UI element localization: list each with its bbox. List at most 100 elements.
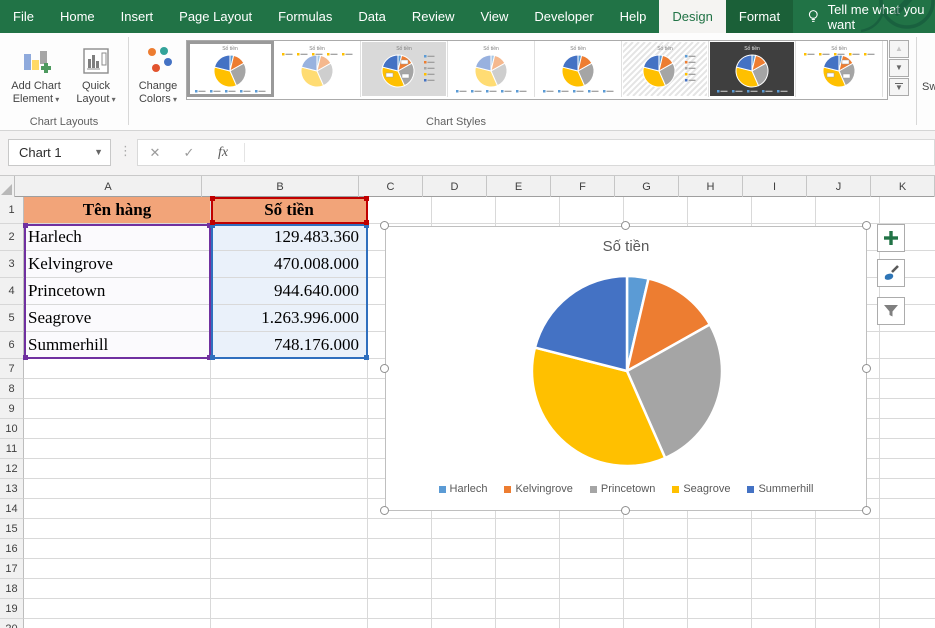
cell-G20[interactable] (624, 619, 688, 628)
cell-G18[interactable] (624, 579, 688, 599)
chart-elements-button[interactable] (877, 224, 905, 252)
cell-A7[interactable] (24, 359, 211, 379)
cell-A1[interactable]: Tên hàng (24, 197, 211, 224)
name-box[interactable]: Chart 1 ▼ (8, 139, 111, 166)
tab-view[interactable]: View (467, 0, 521, 33)
tab-format[interactable]: Format (726, 0, 793, 33)
tab-design[interactable]: Design (659, 0, 725, 33)
chart-style-1[interactable]: Số tiền (187, 41, 274, 97)
cell-K18[interactable] (880, 579, 935, 599)
tab-insert[interactable]: Insert (108, 0, 167, 33)
cell-I20[interactable] (752, 619, 816, 628)
cell-A4[interactable]: Princetown (24, 278, 211, 305)
row-header-7[interactable]: 7 (0, 359, 24, 379)
cell-D1[interactable] (432, 197, 496, 224)
tab-home[interactable]: Home (47, 0, 108, 33)
legend-item-princetown[interactable]: Princetown (590, 483, 655, 495)
gallery-scroll-down-button[interactable]: ▼ (889, 59, 909, 77)
gallery-more-button[interactable]: ▼ (889, 78, 909, 96)
cell-A12[interactable] (24, 459, 211, 479)
chart-resize-handle-3[interactable] (380, 364, 389, 373)
cell-B8[interactable] (211, 379, 368, 399)
cell-B5[interactable]: 1.263.996.000 (211, 305, 368, 332)
cell-C17[interactable] (368, 559, 432, 579)
cancel-button[interactable]: ✕ (138, 145, 172, 161)
tab-data[interactable]: Data (345, 0, 398, 33)
cell-K15[interactable] (880, 519, 935, 539)
cell-B18[interactable] (211, 579, 368, 599)
cell-F19[interactable] (560, 599, 624, 619)
chart-resize-handle-1[interactable] (621, 221, 630, 230)
cell-K1[interactable] (880, 197, 935, 224)
cell-A2[interactable]: Harlech (24, 224, 211, 251)
add-chart-element-button[interactable]: Add Chart Element (6, 39, 66, 123)
row-header-15[interactable]: 15 (0, 519, 24, 539)
row-header-4[interactable]: 4 (0, 278, 24, 305)
cell-E15[interactable] (496, 519, 560, 539)
column-header-B[interactable]: B (202, 176, 359, 197)
chart-style-6[interactable]: Số tiền (622, 41, 709, 97)
row-header-11[interactable]: 11 (0, 439, 24, 459)
row-header-14[interactable]: 14 (0, 499, 24, 519)
cell-B6[interactable]: 748.176.000 (211, 332, 368, 359)
cell-B14[interactable] (211, 499, 368, 519)
cell-A15[interactable] (24, 519, 211, 539)
cell-K13[interactable] (880, 479, 935, 499)
chart-style-4[interactable]: Số tiền (448, 41, 535, 97)
chart-style-8[interactable]: Số tiền (796, 41, 883, 97)
chart-resize-handle-2[interactable] (862, 221, 871, 230)
tell-me-box[interactable]: Tell me what you want (828, 2, 935, 32)
cell-B15[interactable] (211, 519, 368, 539)
change-colors-button[interactable]: Change Colors (132, 39, 184, 123)
cell-A16[interactable] (24, 539, 211, 559)
cell-K12[interactable] (880, 459, 935, 479)
cell-B2[interactable]: 129.483.360 (211, 224, 368, 251)
cell-F16[interactable] (560, 539, 624, 559)
cell-F15[interactable] (560, 519, 624, 539)
cell-E19[interactable] (496, 599, 560, 619)
cell-A5[interactable]: Seagrove (24, 305, 211, 332)
cell-B7[interactable] (211, 359, 368, 379)
cell-F17[interactable] (560, 559, 624, 579)
chart-style-2[interactable]: Số tiền (274, 41, 361, 97)
cell-K11[interactable] (880, 439, 935, 459)
cell-E17[interactable] (496, 559, 560, 579)
cell-B9[interactable] (211, 399, 368, 419)
cell-B20[interactable] (211, 619, 368, 628)
cell-J20[interactable] (816, 619, 880, 628)
cell-A6[interactable]: Summerhill (24, 332, 211, 359)
cell-B19[interactable] (211, 599, 368, 619)
cell-D20[interactable] (432, 619, 496, 628)
cell-D18[interactable] (432, 579, 496, 599)
cell-B16[interactable] (211, 539, 368, 559)
cell-B12[interactable] (211, 459, 368, 479)
column-header-J[interactable]: J (807, 176, 871, 197)
cell-G15[interactable] (624, 519, 688, 539)
row-header-10[interactable]: 10 (0, 419, 24, 439)
quick-layout-button[interactable]: Quick Layout (68, 39, 124, 123)
cell-H20[interactable] (688, 619, 752, 628)
legend-item-kelvingrove[interactable]: Kelvingrove (504, 483, 572, 495)
cell-B11[interactable] (211, 439, 368, 459)
cell-C15[interactable] (368, 519, 432, 539)
cell-D15[interactable] (432, 519, 496, 539)
row-header-8[interactable]: 8 (0, 379, 24, 399)
column-header-H[interactable]: H (679, 176, 743, 197)
row-header-13[interactable]: 13 (0, 479, 24, 499)
tab-help[interactable]: Help (607, 0, 660, 33)
cell-B17[interactable] (211, 559, 368, 579)
chart-resize-handle-4[interactable] (862, 364, 871, 373)
cell-G1[interactable] (624, 197, 688, 224)
cell-G16[interactable] (624, 539, 688, 559)
chart-styles-button[interactable] (877, 259, 905, 287)
cell-G17[interactable] (624, 559, 688, 579)
cell-K14[interactable] (880, 499, 935, 519)
legend-item-seagrove[interactable]: Seagrove (672, 483, 730, 495)
cell-A13[interactable] (24, 479, 211, 499)
cell-B3[interactable]: 470.008.000 (211, 251, 368, 278)
chart-resize-handle-5[interactable] (380, 506, 389, 515)
cell-I15[interactable] (752, 519, 816, 539)
cell-E1[interactable] (496, 197, 560, 224)
column-header-I[interactable]: I (743, 176, 807, 197)
cell-K6[interactable] (880, 332, 935, 359)
